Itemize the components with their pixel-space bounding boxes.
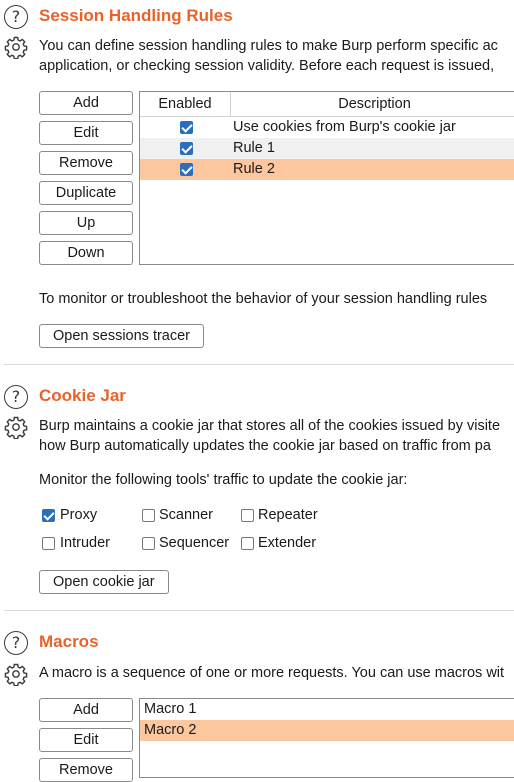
cookie-jar-title: Cookie Jar [39,386,126,405]
list-item[interactable]: Macro 2 [140,720,514,741]
section-divider [4,364,514,365]
macros-list[interactable]: Macro 1 Macro 2 [139,698,514,778]
cookie-jar-desc-line2: how Burp automatically updates the cooki… [39,438,491,454]
session-rules-table[interactable]: Enabled Description Use cookies from Bur… [139,91,514,265]
session-desc-line1: You can define session handling rules to… [39,38,498,54]
add-rule-button[interactable]: Add [39,91,133,115]
cookie-jar-desc-line1: Burp maintains a cookie jar that stores … [39,418,501,434]
repeater-checkbox[interactable] [241,509,254,522]
rule-enabled-checkbox[interactable] [180,142,193,155]
gear-icon[interactable] [4,662,28,686]
session-desc-line2: application, or checking session validit… [39,58,495,74]
edit-rule-button[interactable]: Edit [39,121,133,145]
extender-label[interactable]: Extender [258,535,316,551]
rule-description: Use cookies from Burp's cookie jar [233,119,456,135]
edit-macro-button[interactable]: Edit [39,728,133,752]
sequencer-checkbox[interactable] [142,537,155,550]
help-icon[interactable]: ? [4,385,28,409]
gear-icon[interactable] [4,415,28,439]
sequencer-label[interactable]: Sequencer [159,535,229,551]
column-header-description[interactable]: Description [231,92,514,117]
rule-description: Rule 1 [233,140,275,156]
macros-title: Macros [39,632,99,651]
gear-icon[interactable] [4,35,28,59]
intruder-label[interactable]: Intruder [60,535,110,551]
table-row[interactable]: Rule 2 [140,159,514,180]
repeater-label[interactable]: Repeater [258,507,318,523]
rule-description: Rule 2 [233,161,275,177]
extender-checkbox[interactable] [241,537,254,550]
table-row[interactable]: Rule 1 [140,138,514,159]
intruder-checkbox[interactable] [42,537,55,550]
down-rule-button[interactable]: Down [39,241,133,265]
duplicate-rule-button[interactable]: Duplicate [39,181,133,205]
list-item[interactable]: Macro 1 [140,699,514,720]
column-header-enabled[interactable]: Enabled [140,92,231,117]
proxy-label[interactable]: Proxy [60,507,97,523]
table-row[interactable]: Use cookies from Burp's cookie jar [140,117,514,138]
macros-desc-line1: A macro is a sequence of one or more req… [39,665,505,681]
section-divider [4,610,514,611]
scanner-label[interactable]: Scanner [159,507,213,523]
rule-enabled-checkbox[interactable] [180,163,193,176]
help-icon[interactable]: ? [4,631,28,655]
proxy-checkbox[interactable] [42,509,55,522]
remove-rule-button[interactable]: Remove [39,151,133,175]
open-cookie-jar-button[interactable]: Open cookie jar [39,570,169,594]
add-macro-button[interactable]: Add [39,698,133,722]
monitor-rules-text: To monitor or troubleshoot the behavior … [39,291,488,307]
rule-enabled-checkbox[interactable] [180,121,193,134]
scanner-checkbox[interactable] [142,509,155,522]
help-icon[interactable]: ? [4,5,28,29]
open-sessions-tracer-button[interactable]: Open sessions tracer [39,324,205,348]
up-rule-button[interactable]: Up [39,211,133,235]
remove-macro-button[interactable]: Remove [39,758,133,782]
cookie-jar-monitor-label: Monitor the following tools' traffic to … [39,472,408,488]
session-rules-title: Session Handling Rules [39,6,233,25]
